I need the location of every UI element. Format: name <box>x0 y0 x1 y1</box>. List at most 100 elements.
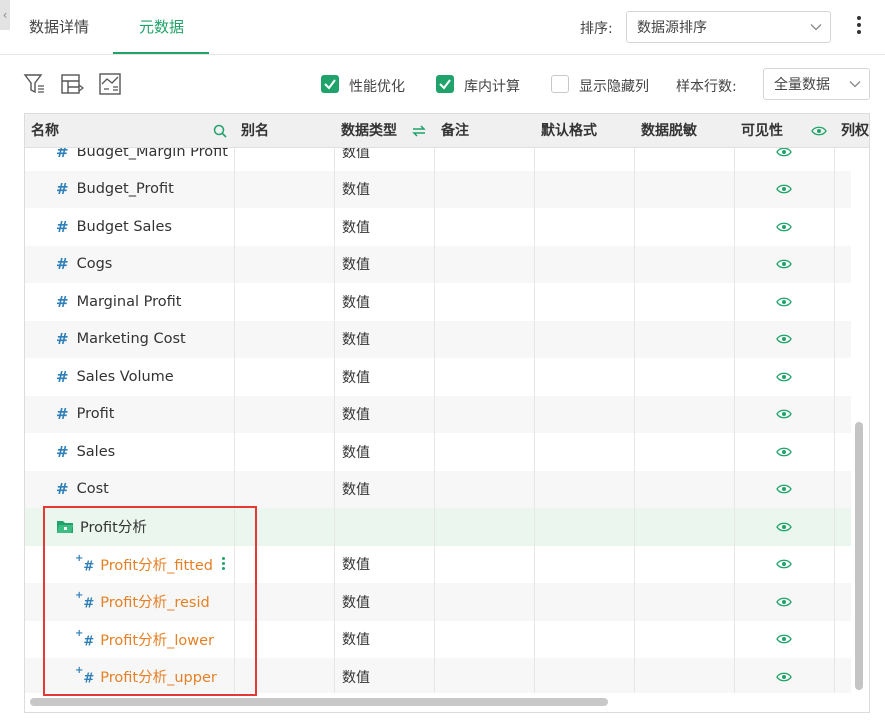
field-type: 数值 <box>342 557 370 574</box>
field-name: # Cogs <box>56 255 113 274</box>
performance-optimization-checkbox[interactable] <box>321 75 339 93</box>
search-icon[interactable] <box>213 124 227 138</box>
eye-icon[interactable] <box>776 148 792 158</box>
vertical-scrollbar[interactable] <box>855 422 863 690</box>
column-divider <box>734 148 735 693</box>
eye-icon[interactable] <box>776 596 792 608</box>
column-header-remark[interactable]: 备注 <box>441 114 469 148</box>
table-row[interactable]: # Budget_Margin Profit 数值 <box>25 148 851 171</box>
table-row[interactable]: # Budget_Profit 数值 <box>25 170 851 208</box>
calc-field-name: +# Profit分析_fitted <box>75 546 226 584</box>
eye-icon[interactable] <box>776 633 792 645</box>
eye-icon[interactable] <box>776 371 792 383</box>
more-options-icon[interactable] <box>852 14 866 38</box>
column-header-data-type[interactable]: 数据类型 <box>341 114 397 148</box>
calculated-field-row[interactable]: +# Profit分析_upper 数值 <box>25 658 851 693</box>
numeric-field-icon: # <box>56 217 69 236</box>
numeric-field-icon: # <box>56 442 69 461</box>
calculated-numeric-field-icon: +# <box>75 590 95 612</box>
in-database-calc-label: 库内计算 <box>464 79 520 95</box>
field-type: 数值 <box>342 632 370 649</box>
table-row[interactable]: # Sales 数值 <box>25 433 851 471</box>
switch-icon[interactable] <box>411 124 427 138</box>
tabs-divider <box>0 54 885 55</box>
performance-optimization-label: 性能优化 <box>349 79 405 95</box>
eye-icon[interactable] <box>776 258 792 270</box>
field-type: 数值 <box>342 148 370 161</box>
numeric-field-icon: # <box>56 292 69 311</box>
eye-icon[interactable] <box>811 125 827 137</box>
column-header-permission[interactable]: 列权 <box>841 114 869 148</box>
field-name: # Budget Sales <box>56 217 172 236</box>
table-body: # Budget_Margin Profit 数值 # Budget_Profit … <box>25 148 851 693</box>
sort-select[interactable]: 数据源排序 <box>626 11 831 43</box>
calculated-field-icon[interactable] <box>98 72 122 96</box>
folder-name: Profit分析 <box>56 508 147 546</box>
calc-field-name: +# Profit分析_resid <box>75 590 210 612</box>
sample-rows-label: 样本行数: <box>676 79 737 95</box>
in-database-calc-checkbox[interactable] <box>436 75 454 93</box>
filter-icon[interactable] <box>23 72 47 96</box>
tab-metadata[interactable]: 元数据 <box>139 16 184 37</box>
table-row[interactable]: # Profit 数值 <box>25 395 851 433</box>
eye-icon[interactable] <box>776 408 792 420</box>
horizontal-scrollbar[interactable] <box>30 698 608 706</box>
eye-icon[interactable] <box>776 446 792 458</box>
hierarchy-icon[interactable] <box>60 72 84 96</box>
field-type: 数值 <box>342 482 370 499</box>
field-type: 数值 <box>342 407 370 424</box>
table-row[interactable]: # Marginal Profit 数值 <box>25 283 851 321</box>
field-type: 数值 <box>342 332 370 349</box>
column-divider <box>634 148 635 693</box>
column-header-default-format[interactable]: 默认格式 <box>541 114 597 148</box>
eye-icon[interactable] <box>776 671 792 683</box>
eye-icon[interactable] <box>776 296 792 308</box>
field-name: # Cost <box>56 480 109 499</box>
eye-icon[interactable] <box>776 221 792 233</box>
calculated-field-row[interactable]: +# Profit分析_fitted 数值 <box>25 546 851 584</box>
table-row[interactable]: # Marketing Cost 数值 <box>25 320 851 358</box>
calculated-field-row[interactable]: +# Profit分析_resid 数值 <box>25 583 851 621</box>
collapse-panel-chevron-icon[interactable]: ‹ <box>0 0 10 30</box>
column-header-visibility[interactable]: 可见性 <box>741 114 783 148</box>
eye-icon[interactable] <box>776 558 792 570</box>
show-hidden-columns-checkbox[interactable] <box>551 75 569 93</box>
calculated-field-row[interactable]: +# Profit分析_lower 数值 <box>25 621 851 659</box>
numeric-field-icon: # <box>56 367 69 386</box>
eye-icon[interactable] <box>776 483 792 495</box>
field-type: 数值 <box>342 257 370 274</box>
folder-open-icon <box>57 521 73 534</box>
table-row[interactable]: # Cost 数值 <box>25 470 851 508</box>
table-row[interactable]: # Budget Sales 数值 <box>25 208 851 246</box>
sample-rows-select[interactable]: 全量数据 <box>763 68 870 100</box>
field-name: # Sales Volume <box>56 367 174 386</box>
column-header-masking[interactable]: 数据脱敏 <box>641 114 697 148</box>
column-divider <box>834 148 835 693</box>
numeric-field-icon: # <box>56 180 69 199</box>
table-row[interactable]: # Cogs 数值 <box>25 245 851 283</box>
field-name: # Marginal Profit <box>56 292 182 311</box>
sample-rows-value: 全量数据 <box>774 77 830 93</box>
eye-icon[interactable] <box>776 521 792 533</box>
sort-label: 排序: <box>580 21 613 37</box>
numeric-field-icon: # <box>56 255 69 274</box>
row-more-options-icon[interactable] <box>222 556 226 572</box>
tab-data-details[interactable]: 数据详情 <box>29 16 89 37</box>
chevron-down-icon <box>849 81 861 88</box>
folder-row[interactable]: Profit分析 <box>25 508 851 546</box>
field-name: # Profit <box>56 405 115 424</box>
calc-field-name: +# Profit分析_upper <box>75 665 217 687</box>
numeric-field-icon: # <box>56 480 69 499</box>
field-type: 数值 <box>342 182 370 199</box>
eye-icon[interactable] <box>776 333 792 345</box>
metadata-panel: ‹ 数据详情 元数据 排序: 数据源排序 性能优化 库内计算 显示隐藏列 样本行… <box>0 0 885 723</box>
table-row[interactable]: # Sales Volume 数值 <box>25 358 851 396</box>
eye-icon[interactable] <box>776 183 792 195</box>
table-header: 名称 别名 数据类型 备注 默认格式 数据脱敏 可见性 列权 <box>25 114 869 148</box>
column-header-name[interactable]: 名称 <box>31 114 59 148</box>
field-type: 数值 <box>342 444 370 461</box>
field-name: # Marketing Cost <box>56 330 186 349</box>
column-divider <box>234 148 235 693</box>
field-name: # Budget_Margin Profit <box>56 148 228 171</box>
column-header-alias[interactable]: 别名 <box>241 114 269 148</box>
